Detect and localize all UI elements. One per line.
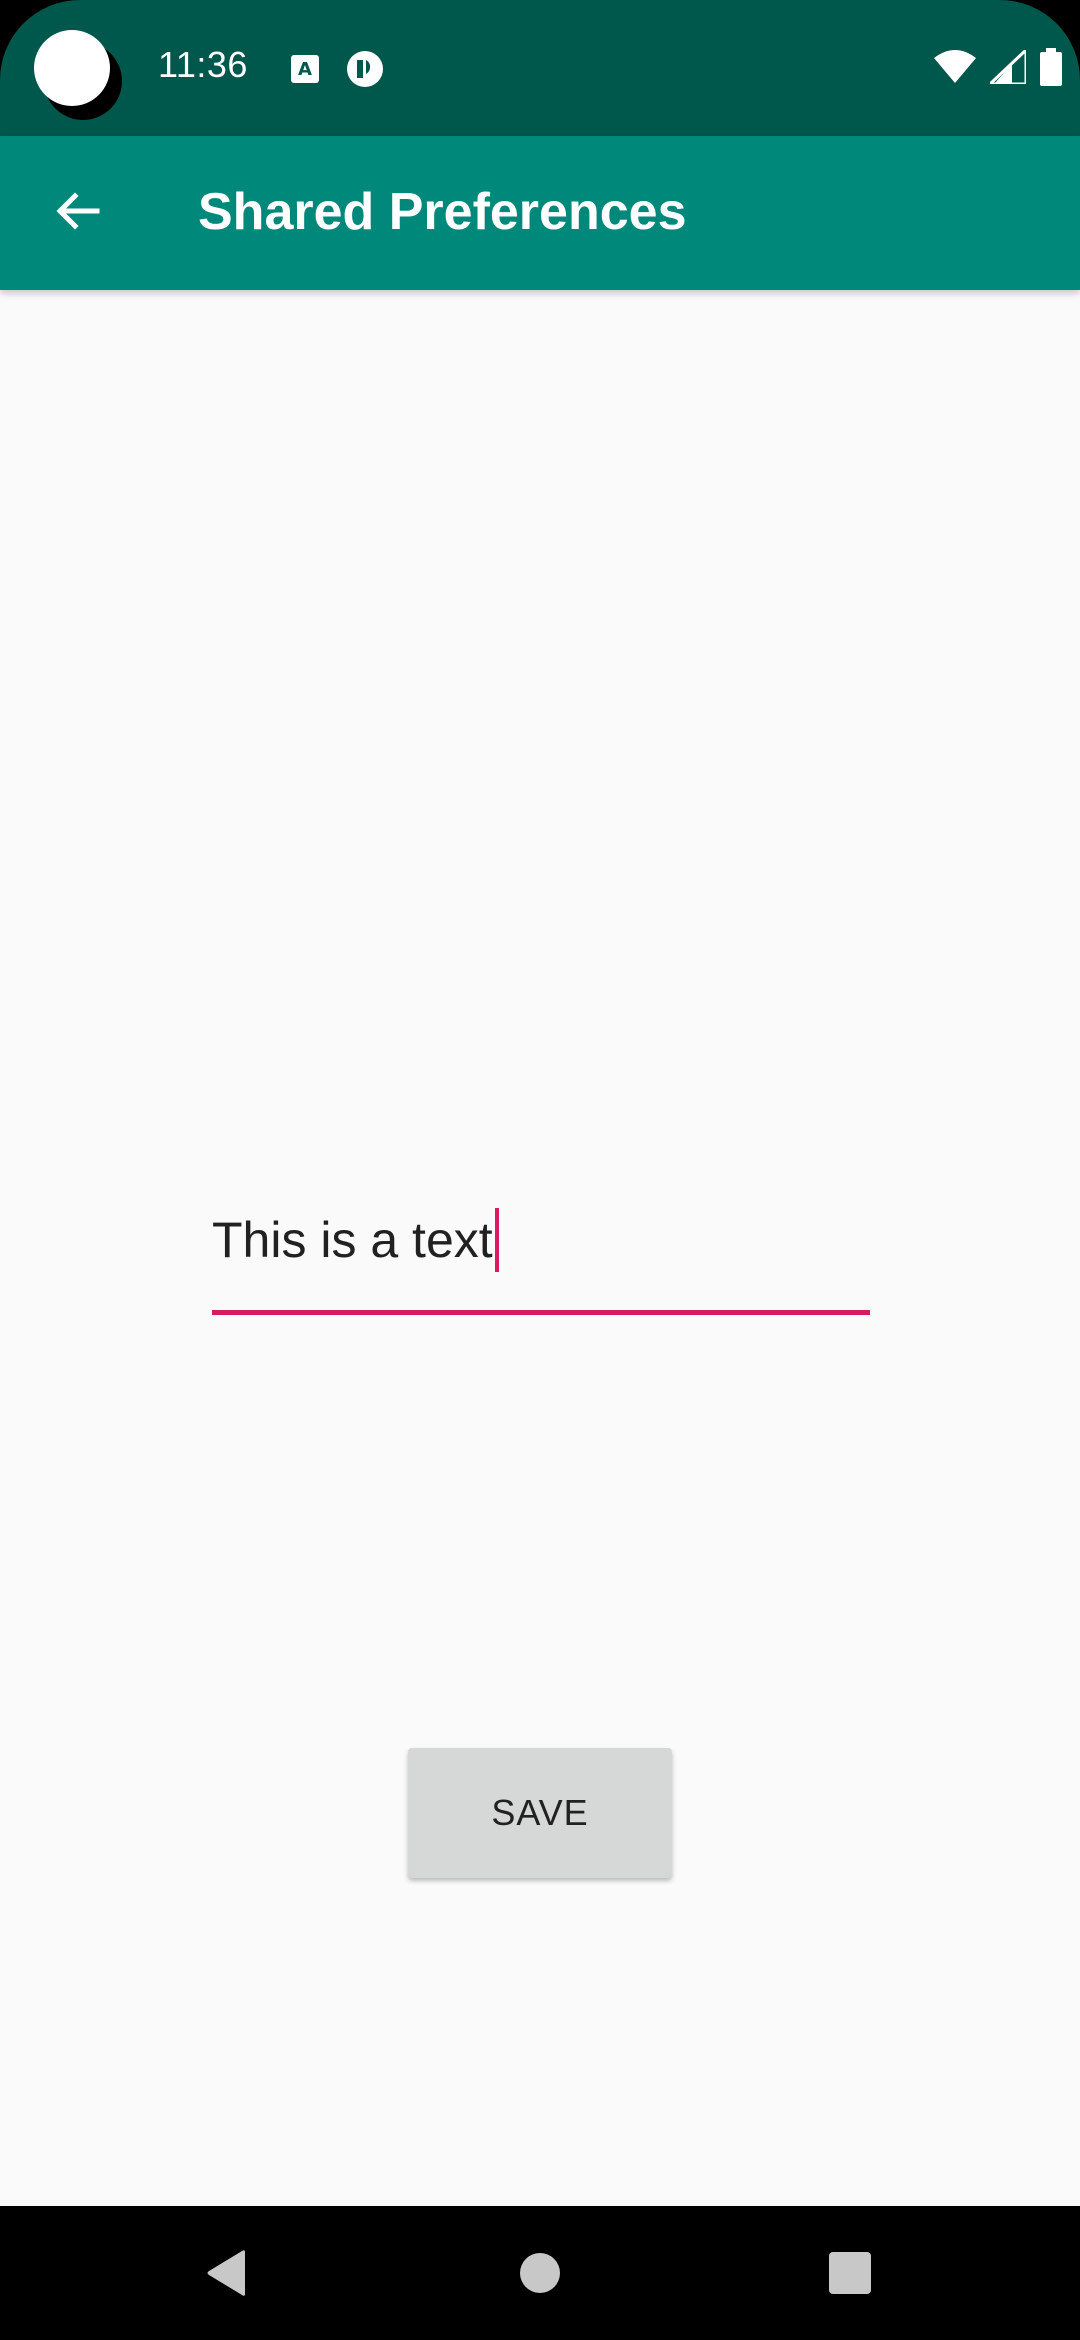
nav-back-button[interactable] xyxy=(192,2240,262,2310)
recents-square-icon xyxy=(827,2250,873,2301)
notification-circle-icon xyxy=(346,50,384,93)
page-title: Shared Preferences xyxy=(198,183,687,241)
back-triangle-icon xyxy=(203,2248,251,2303)
text-cursor xyxy=(494,1208,499,1272)
nav-recents-button[interactable] xyxy=(815,2240,885,2310)
text-input-underline xyxy=(212,1310,870,1315)
home-circle-icon xyxy=(518,2251,562,2300)
back-button[interactable] xyxy=(40,176,114,250)
app-bar: Shared Preferences xyxy=(0,136,1080,290)
wifi-icon xyxy=(934,50,976,89)
content-area: This is a text SAVE xyxy=(0,290,1080,2206)
camera-lens xyxy=(34,30,110,106)
nav-home-button[interactable] xyxy=(505,2240,575,2310)
notification-a-icon: A xyxy=(290,54,320,89)
navigation-bar xyxy=(0,2206,1080,2340)
battery-icon xyxy=(1040,48,1062,91)
camera-cutout xyxy=(34,30,122,120)
status-right-icons xyxy=(934,46,1062,91)
text-input-value: This is a text xyxy=(212,1212,493,1268)
svg-text:A: A xyxy=(298,59,312,80)
text-input[interactable]: This is a text xyxy=(212,1204,870,1315)
text-input-value-row: This is a text xyxy=(212,1204,499,1276)
save-button[interactable]: SAVE xyxy=(408,1748,672,1878)
status-time: 11:36 xyxy=(158,44,248,85)
arrow-back-icon xyxy=(53,187,101,240)
status-bar: 11:36 A xyxy=(0,0,1080,136)
signal-icon xyxy=(986,46,1028,89)
phone-screen: 11:36 A Shared Preferences This is a tex… xyxy=(0,0,1080,2340)
